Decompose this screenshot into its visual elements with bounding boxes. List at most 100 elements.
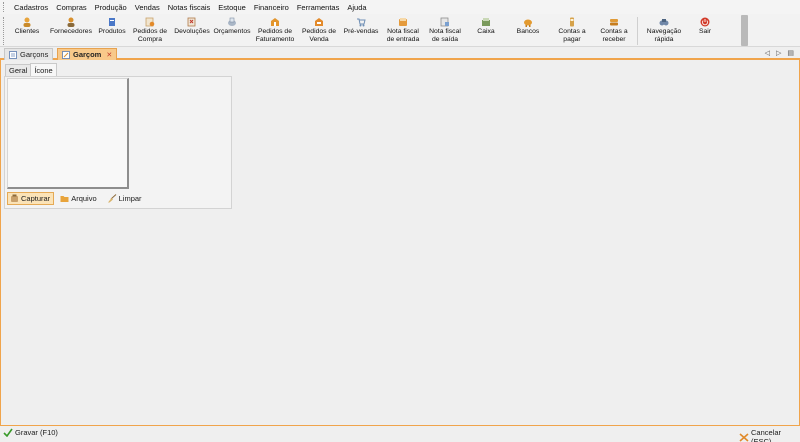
toolbar-label: Pedidos de Faturamento <box>255 28 295 43</box>
toolbar-nota-saida-button[interactable]: Nota fiscal de saída <box>424 14 466 47</box>
icon-panel: Capturar Arquivo Limpar <box>4 76 232 209</box>
menu-compras[interactable]: Compras <box>52 3 90 12</box>
toolbar-sair-button[interactable]: Sair <box>687 14 723 47</box>
cancel-button[interactable]: Cancelar (ESC) <box>739 428 800 442</box>
toolbar-clientes-button[interactable]: Clientes <box>8 14 46 47</box>
list-icon <box>9 50 17 59</box>
clear-label: Limpar <box>118 194 142 203</box>
toolbar-pedidos-faturamento-button[interactable]: Pedidos de Faturamento <box>252 14 298 47</box>
menu-financeiro[interactable]: Financeiro <box>250 3 293 12</box>
toolbar-label: Pré-vendas <box>343 28 379 35</box>
folder-icon <box>60 194 69 203</box>
toolbar-label: Nota fiscal de saída <box>429 28 461 43</box>
toolbar-label: Contas a pagar <box>558 28 586 43</box>
close-icon[interactable]: ✕ <box>106 51 112 59</box>
broom-icon <box>107 194 117 203</box>
products-icon <box>107 16 118 27</box>
toolbar-label: Contas a receber <box>600 28 628 43</box>
menu-vendas[interactable]: Vendas <box>131 3 164 12</box>
tab-garcons[interactable]: Garçons <box>4 48 54 60</box>
tab-geral[interactable]: Geral <box>5 64 32 76</box>
tab-label: Garçom <box>73 50 102 59</box>
icon-image-preview[interactable] <box>7 78 129 189</box>
file-button[interactable]: Arquivo <box>57 192 100 205</box>
sales-order-icon <box>314 16 325 27</box>
toolbar-label: Clientes <box>14 28 40 35</box>
menu-bar: Cadastros Compras Produção Vendas Notas … <box>0 0 800 14</box>
invoice-out-icon <box>440 16 451 27</box>
menu-producao[interactable]: Produção <box>91 3 131 12</box>
document-tab-strip: Garçons Garçom ✕ ◁ ▷ ▤ <box>0 47 800 60</box>
cash-register-icon <box>481 16 492 27</box>
chevron-right-icon[interactable]: ▷ <box>776 49 781 57</box>
toolbar-grip[interactable] <box>3 17 6 45</box>
clear-button[interactable]: Limpar <box>104 192 146 205</box>
toolbar-pedidos-compra-button[interactable]: Pedidos de Compra <box>128 14 172 47</box>
toolbar-label: Pedidos de Compra <box>132 28 167 43</box>
edit-icon <box>62 50 70 59</box>
cancel-icon <box>739 432 749 442</box>
toolbar-label: Bancos <box>516 28 540 35</box>
window-list-icon[interactable]: ▤ <box>787 49 794 57</box>
toolbar-fornecedores-button[interactable]: Fornecedores <box>46 14 96 47</box>
toolbar-nota-entrada-button[interactable]: Nota fiscal de entrada <box>382 14 424 47</box>
accounts-receivable-icon <box>609 16 620 27</box>
menu-notas-fiscais[interactable]: Notas fiscais <box>164 3 215 12</box>
toolbar-label: Pedidos de Venda <box>301 28 336 43</box>
capture-button[interactable]: Capturar <box>7 192 55 205</box>
toolbar-produtos-button[interactable]: Produtos <box>96 14 128 47</box>
menu-ajuda[interactable]: Ajuda <box>343 3 370 12</box>
capture-icon <box>10 194 19 203</box>
capture-label: Capturar <box>21 194 51 203</box>
toolbar-label: Fornecedores <box>50 28 92 35</box>
purchase-order-icon <box>145 16 156 27</box>
toolbar-label: Produtos <box>98 28 126 35</box>
piggy-bank-icon <box>523 16 534 27</box>
toolbar-pre-vendas-button[interactable]: Pré-vendas <box>340 14 382 47</box>
toolbar-label: Sair <box>698 28 712 35</box>
save-button[interactable]: Gravar (F10) <box>3 428 58 437</box>
toolbar-navegacao-rapida-button[interactable]: Navegação rápida <box>641 14 687 47</box>
returns-icon <box>187 16 198 27</box>
menu-ferramentas[interactable]: Ferramentas <box>293 3 344 12</box>
tab-navigation: ◁ ▷ ▤ <box>765 49 794 57</box>
toolbar-separator <box>637 17 638 45</box>
cart-icon <box>356 16 367 27</box>
clients-icon <box>22 16 33 27</box>
toolbar-contas-receber-button[interactable]: Contas a receber <box>594 14 634 47</box>
toolbar-devolucoes-button[interactable]: Devoluções <box>172 14 212 47</box>
toolbar-contas-pagar-button[interactable]: Contas a pagar <box>550 14 594 47</box>
checkmark-icon <box>3 428 13 437</box>
toolbar-label: Nota fiscal de entrada <box>386 28 420 43</box>
save-label: Gravar (F10) <box>15 428 58 437</box>
tab-label: Garçons <box>20 50 49 59</box>
toolbar-label: Caixa <box>477 28 495 35</box>
icon-actions: Capturar Arquivo Limpar <box>7 192 146 205</box>
billing-order-icon <box>270 16 281 27</box>
footer-bar: Gravar (F10) Cancelar (ESC) <box>0 426 800 442</box>
toolbar-orcamentos-button[interactable]: Orçamentos <box>212 14 252 47</box>
quotes-icon <box>227 16 238 27</box>
toolbar-label: Orçamentos <box>213 28 251 35</box>
main-toolbar: Clientes Fornecedores Produtos Pedidos d… <box>0 14 800 47</box>
quick-nav-icon <box>659 16 670 27</box>
cancel-label: Cancelar (ESC) <box>751 428 782 442</box>
chevron-left-icon[interactable]: ◁ <box>765 49 770 57</box>
suppliers-icon <box>66 16 77 27</box>
toolbar-label: Devoluções <box>174 28 210 35</box>
toolbar-pedidos-venda-button[interactable]: Pedidos de Venda <box>298 14 340 47</box>
power-icon <box>700 16 711 27</box>
file-label: Arquivo <box>71 194 97 203</box>
invoice-in-icon <box>398 16 409 27</box>
tab-garcom[interactable]: Garçom ✕ <box>57 48 118 60</box>
menu-grip[interactable] <box>3 2 6 12</box>
main-content: Geral Ícone Capturar Arquivo Limpar <box>0 60 800 426</box>
tab-icone[interactable]: Ícone <box>30 63 57 76</box>
toolbar-caixa-button[interactable]: Caixa <box>466 14 506 47</box>
toolbar-bancos-button[interactable]: Bancos <box>506 14 550 47</box>
menu-estoque[interactable]: Estoque <box>214 3 250 12</box>
toolbar-label: Navegação rápida <box>646 28 682 43</box>
toolbar-end-handle <box>741 15 748 46</box>
accounts-payable-icon <box>567 16 578 27</box>
menu-cadastros[interactable]: Cadastros <box>10 3 52 12</box>
